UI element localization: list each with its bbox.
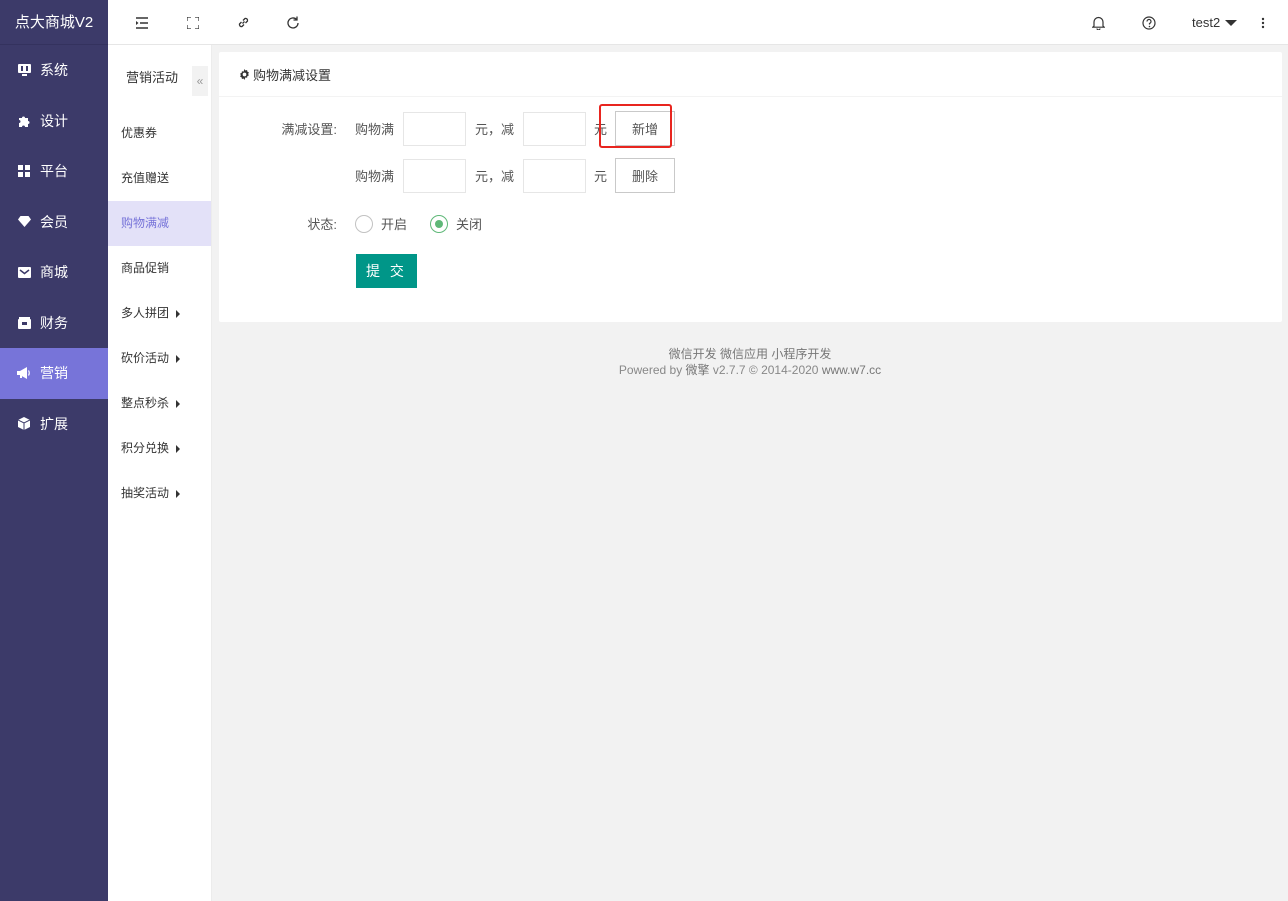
wallet-icon (17, 316, 31, 330)
grid-icon (17, 164, 31, 178)
card-title: 购物满减设置 (253, 67, 332, 83)
subnav-item-product-promotion[interactable]: 商品促销 (108, 246, 211, 291)
settings-card: 购物满减设置 满减设置: 购物满 元，减 元 新增 购物满 元，减 元 删除 状… (219, 52, 1282, 322)
reduce-amount-input-1[interactable] (523, 111, 587, 146)
footer: 微信开发 微信应用 小程序开发 Powered by 微擎 v2.7.7 © 2… (212, 346, 1288, 378)
buy-full-label: 购物满 (355, 169, 395, 184)
caret-right-icon (176, 489, 181, 498)
brand-title: 点大商城V2 (0, 0, 108, 45)
chevron-down-icon (1225, 19, 1238, 26)
username: test2 (1192, 15, 1221, 30)
subnav-item-label: 整点秒杀 (121, 396, 170, 410)
diamond-icon (17, 215, 31, 229)
megaphone-icon (17, 366, 31, 380)
link-icon[interactable] (228, 0, 258, 45)
add-button[interactable]: 新增 (615, 111, 676, 146)
secondary-sidebar: 营销活动 « 优惠券 充值赠送 购物满减 商品促销 多人拼团 砍价活动 整点秒杀… (108, 45, 212, 901)
sidebar-item-system[interactable]: 系统 (0, 45, 108, 96)
subnav-item-label: 充值赠送 (121, 171, 170, 185)
subnav-item-full-reduction[interactable]: 购物满减 (108, 201, 211, 246)
card-header: 购物满减设置 (219, 52, 1282, 97)
sidebar-item-extension[interactable]: 扩展 (0, 399, 108, 450)
sidebar-item-label: 财务 (40, 314, 68, 331)
submit-button[interactable]: 提 交 (356, 254, 417, 288)
subnav-item-group-buy[interactable]: 多人拼团 (108, 291, 211, 336)
subnav-item-recharge-gift[interactable]: 充值赠送 (108, 156, 211, 201)
monitor-icon (17, 63, 31, 77)
puzzle-icon (17, 114, 31, 128)
sidebar-item-label: 设计 (40, 112, 68, 129)
sidebar-item-platform[interactable]: 平台 (0, 146, 108, 197)
yuan-label: 元 (594, 169, 608, 184)
help-icon[interactable] (1134, 0, 1164, 45)
sidebar-item-label: 扩展 (40, 415, 68, 432)
delete-button[interactable]: 删除 (615, 158, 676, 193)
buy-full-label: 购物满 (355, 122, 395, 137)
top-header: test2 (108, 0, 1288, 45)
discount-setting-label: 满减设置: (281, 122, 337, 137)
footer-powered: Powered by 微擎 v2.7.7 © 2014-2020 www.w7.… (212, 362, 1288, 378)
w7-site-link[interactable]: www.w7.cc (822, 363, 881, 377)
radio-circle (430, 214, 449, 233)
subnav-item-label: 优惠券 (121, 126, 158, 140)
subnav-item-label: 商品促销 (121, 261, 170, 275)
discount-row-1: 满减设置: 购物满 元，减 元 新增 (219, 111, 676, 146)
radio-close[interactable]: 关闭 (430, 214, 482, 233)
subnav-item-label: 多人拼团 (121, 306, 170, 320)
threshold-input-2[interactable] (403, 158, 467, 193)
more-vertical-icon[interactable] (1248, 0, 1278, 45)
w7-brand-link[interactable]: 微擎 (686, 363, 710, 377)
caret-right-icon (176, 444, 181, 453)
sidebar-item-marketing[interactable]: 营销 (0, 348, 108, 399)
radio-label: 开启 (381, 217, 408, 232)
yuan-reduce-label: 元，减 (475, 122, 515, 137)
refresh-icon[interactable] (278, 0, 308, 45)
radio-open[interactable]: 开启 (355, 214, 407, 233)
sidebar-item-label: 营销 (40, 365, 68, 382)
subnav-item-label: 砍价活动 (121, 351, 170, 365)
discount-row-2: 购物满 元，减 元 删除 (219, 158, 676, 193)
subnav-item-label: 抽奖活动 (121, 486, 170, 500)
sidebar-item-label: 会员 (40, 213, 68, 230)
gear-icon (239, 68, 250, 80)
caret-right-icon (176, 354, 181, 363)
collapse-icon[interactable]: « (192, 66, 208, 96)
version-text: v2.7.7 © 2014-2020 (709, 363, 822, 377)
menu-toggle-icon[interactable] (127, 0, 157, 45)
sidebar-item-label: 系统 (40, 62, 68, 79)
status-row: 状态: 开启 关闭 (219, 214, 482, 233)
subnav-item-label: 购物满减 (121, 216, 170, 230)
radio-circle (355, 214, 373, 233)
cube-icon (17, 417, 31, 431)
user-menu[interactable]: test2 (1192, 0, 1238, 45)
radio-label: 关闭 (456, 217, 483, 232)
subnav-item-points-exchange[interactable]: 积分兑换 (108, 426, 211, 471)
main-sidebar: 点大商城V2 系统 设计 平台 会员 商城 财务 营销 扩展 (0, 0, 108, 901)
caret-right-icon (176, 399, 181, 408)
submit-row: 提 交 (219, 254, 417, 288)
sidebar-item-design[interactable]: 设计 (0, 96, 108, 147)
sidebar-item-label: 平台 (40, 163, 68, 180)
subnav-item-label: 积分兑换 (121, 441, 170, 455)
reduce-amount-input-2[interactable] (523, 158, 587, 193)
sidebar-item-member[interactable]: 会员 (0, 197, 108, 248)
subnav-item-lottery[interactable]: 抽奖活动 (108, 471, 211, 516)
yuan-reduce-label: 元，减 (475, 169, 515, 184)
notification-bell-icon[interactable] (1083, 0, 1113, 45)
sidebar-item-label: 商城 (40, 264, 68, 281)
caret-right-icon (176, 309, 181, 318)
mail-icon (17, 265, 31, 279)
sidebar-item-finance[interactable]: 财务 (0, 298, 108, 349)
fullscreen-icon[interactable] (178, 0, 208, 45)
status-label: 状态: (307, 217, 337, 232)
footer-links: 微信开发 微信应用 小程序开发 (668, 347, 832, 361)
threshold-input-1[interactable] (403, 111, 467, 146)
yuan-label: 元 (594, 122, 608, 137)
subnav-item-bargain[interactable]: 砍价活动 (108, 336, 211, 381)
subnav-item-flash-sale[interactable]: 整点秒杀 (108, 381, 211, 426)
subnav-item-coupon[interactable]: 优惠券 (108, 111, 211, 156)
sidebar-item-mall[interactable]: 商城 (0, 247, 108, 298)
powered-by-text: Powered by (618, 363, 686, 377)
